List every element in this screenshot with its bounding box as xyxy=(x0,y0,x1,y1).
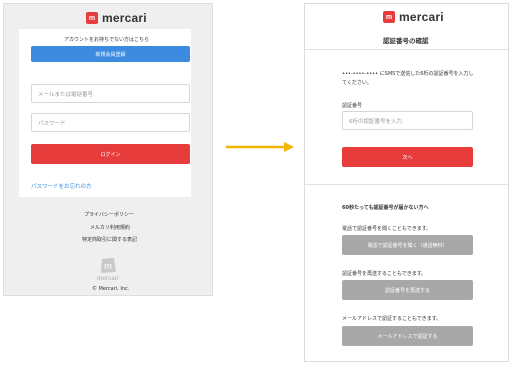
mercari-logo-mark: m xyxy=(86,12,98,24)
right-arrow-icon xyxy=(226,138,296,157)
password-input[interactable]: パスワード xyxy=(31,113,190,132)
resend-code-button[interactable]: 認証番号を再送する xyxy=(342,280,473,300)
email-verify-button[interactable]: メールアドレスで認証する xyxy=(342,326,473,346)
svg-text:m: m xyxy=(104,261,112,271)
login-screen: m mercari アカウントをお持ちでない方はこちら 新規会員登録 メールまた… xyxy=(3,3,213,296)
title-divider xyxy=(305,49,508,50)
section-divider xyxy=(305,184,508,185)
verification-screen: m mercari 認証番号の確認 •••-••••-•••• にSMSで送信し… xyxy=(304,3,509,362)
sms-info-text: •••-••••-•••• にSMSで送信した6桁の認証番号を入力してください。 xyxy=(342,71,474,86)
login-button[interactable]: ログイン xyxy=(31,144,190,164)
phone-option-text: 電話で認証番号を聞くこともできます。 xyxy=(342,226,432,232)
mercari-logo: m mercari xyxy=(383,10,444,24)
mercari-logo-mark: m xyxy=(383,11,395,23)
mercari-logo: m mercari xyxy=(86,11,147,25)
footer-logo-text: mercari xyxy=(97,276,119,282)
forgot-password-link[interactable]: パスワードをお忘れの方 xyxy=(31,182,92,190)
signup-button[interactable]: 新規会員登録 xyxy=(31,46,190,62)
footer-link-terms[interactable]: メルカリ利用規約 xyxy=(90,224,130,231)
mercari-logo-text: mercari xyxy=(102,11,147,25)
code-input[interactable]: 6桁の認証番号を入力 xyxy=(342,111,473,130)
no-account-text: アカウントをお持ちでない方はこちら xyxy=(64,37,150,43)
resend-option-text: 認証番号を再送することもできます。 xyxy=(342,271,427,277)
copyright-text: © Mercari, Inc. xyxy=(92,286,130,292)
email-option-text: メールアドレスで認証することもできます。 xyxy=(342,316,442,322)
code-label: 認証番号 xyxy=(342,103,363,109)
next-button[interactable]: 次へ xyxy=(342,147,473,167)
footer-link-commerce-law[interactable]: 特定商取引に関する表記 xyxy=(82,236,137,243)
phone-call-button[interactable]: 電話で認証番号を聞く（通話無料） xyxy=(342,235,473,255)
login-card: アカウントをお持ちでない方はこちら 新規会員登録 メールまたは電話番号 パスワー… xyxy=(19,29,191,197)
footer-link-privacy[interactable]: プライバシーポリシー xyxy=(84,211,134,218)
not-received-heading: 60秒たっても認証番号が届かない方へ xyxy=(342,205,429,211)
identifier-input[interactable]: メールまたは電話番号 xyxy=(31,84,190,103)
mercari-logo-text: mercari xyxy=(399,10,444,24)
mercari-footer-logo-icon: m xyxy=(99,257,117,275)
page-title: 認証番号の確認 xyxy=(383,37,429,45)
